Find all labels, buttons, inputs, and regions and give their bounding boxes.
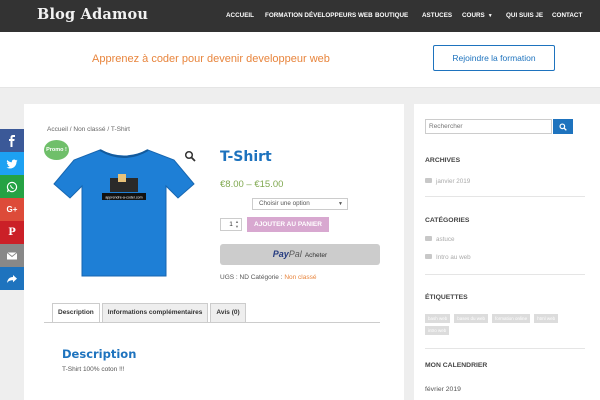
search-icon [559, 122, 567, 131]
tags-title: ÉTIQUETTES [425, 294, 468, 301]
shirt-print-text: apprendre-a-coder.com [105, 196, 142, 200]
whatsapp-icon [6, 181, 18, 192]
category-link-label: Intro au web [436, 254, 471, 261]
add-to-cart-button[interactable]: AJOUTER AU PANIER [247, 217, 329, 232]
product-title: T-Shirt [220, 149, 272, 165]
nav-formation[interactable]: FORMATION DÉVELOPPEURS WEB [265, 12, 373, 19]
description-heading: Description [62, 347, 137, 361]
quantity-input[interactable]: 1 ▲ ▼ [220, 218, 242, 231]
nav-accueil[interactable]: ACCUEIL [226, 12, 254, 19]
product-price: €8.00 – €15.00 [220, 179, 284, 190]
categories-title: CATÉGORIES [425, 217, 470, 224]
tab-reviews[interactable]: Avis (0) [210, 303, 246, 322]
sidebar: ARCHIVES janvier 2019 CATÉGORIES astuce … [414, 104, 600, 400]
top-navbar: Blog Adamou ACCUEIL FORMATION DÉVELOPPEU… [0, 0, 600, 32]
facebook-icon [9, 134, 15, 147]
archive-link-label: janvier 2019 [436, 178, 471, 185]
pinterest-share-button[interactable]: P [0, 221, 24, 244]
search-input[interactable] [425, 119, 552, 134]
category-link-astuce[interactable]: astuce [425, 236, 455, 243]
product-tabs: Description Informations complémentaires… [52, 303, 248, 323]
product-panel: Accueil / Non classé / T-Shirt apprendre… [24, 104, 404, 400]
nav-qui-suis-je[interactable]: QUI SUIS JE [506, 12, 543, 19]
search-button[interactable] [553, 119, 573, 134]
zoom-icon[interactable] [184, 150, 196, 162]
product-meta: UGS : ND Catégorie : Non classé [220, 274, 316, 281]
sku-label: UGS : [220, 274, 238, 281]
category-link-intro[interactable]: Intro au web [425, 254, 471, 261]
calendar-title: MON CALENDRIER [425, 362, 488, 369]
more-share-button[interactable] [0, 267, 24, 290]
tag-link[interactable]: bash web [425, 314, 451, 323]
folder-icon [425, 254, 432, 259]
promo-badge: Promo ! [44, 140, 69, 160]
chevron-down-icon: ▼ [487, 13, 493, 19]
nav-cours[interactable]: COURS ▼ [462, 12, 493, 19]
google-plus-share-button[interactable]: G+ [0, 198, 24, 221]
divider [425, 196, 585, 197]
tag-cloud: bash web bases du web formation online h… [425, 314, 585, 335]
email-share-button[interactable] [0, 244, 24, 267]
paypal-logo-pay: Pay [272, 249, 289, 259]
sku-value: ND [239, 274, 249, 281]
variation-select[interactable]: Choisir une option ▼ [252, 198, 348, 210]
category-link[interactable]: Non classé [284, 274, 316, 281]
nav-contact[interactable]: CONTACT [552, 12, 582, 19]
description-text: T-Shirt 100% coton !!! [62, 366, 125, 373]
nav-astuces[interactable]: ASTUCES [422, 12, 452, 19]
product-image[interactable]: apprendre-a-coder.com [44, 142, 204, 282]
join-training-button[interactable]: Rejoindre la formation [433, 45, 555, 71]
tag-link[interactable]: intro web [425, 326, 450, 335]
paypal-buy-button[interactable]: PayPal Acheter [220, 244, 380, 265]
tabs-divider [44, 322, 380, 323]
whatsapp-share-button[interactable] [0, 175, 24, 198]
divider [425, 348, 585, 349]
site-logo[interactable]: Blog Adamou [37, 6, 148, 23]
calendar-month: février 2019 [425, 386, 461, 393]
quantity-stepper-icon[interactable]: ▲ ▼ [235, 219, 239, 229]
tag-link[interactable]: html web [534, 314, 559, 323]
nav-cours-label: COURS [462, 12, 485, 19]
email-icon [6, 251, 18, 259]
category-link-label: astuce [436, 236, 455, 243]
hero-tagline: Apprenez à coder pour devenir developpeu… [92, 53, 330, 65]
tshirt-shape [53, 149, 195, 277]
paypal-buy-label: Acheter [304, 252, 328, 259]
variation-select-value: Choisir une option [259, 200, 310, 207]
quantity-value: 1 [229, 221, 233, 228]
share-icon [7, 274, 17, 283]
hero-banner: Apprenez à coder pour devenir developpeu… [0, 32, 600, 88]
pinterest-icon: P [8, 227, 16, 238]
twitter-icon [6, 158, 18, 169]
tag-link[interactable]: formation online [492, 314, 531, 323]
folder-icon [425, 178, 432, 183]
tag-link[interactable]: bases du web [454, 314, 489, 323]
divider [425, 274, 585, 275]
shirt-print-figure [118, 174, 126, 182]
paypal-logo-pal: Pal [288, 249, 302, 259]
tab-description[interactable]: Description [52, 303, 100, 323]
chevron-down-icon: ▼ [338, 201, 343, 207]
category-label: Catégorie : [250, 274, 283, 281]
nav-boutique[interactable]: BOUTIQUE [375, 12, 408, 19]
folder-icon [425, 236, 432, 241]
breadcrumb: Accueil / Non classé / T-Shirt [47, 126, 130, 133]
archives-title: ARCHIVES [425, 157, 461, 164]
tab-additional-info[interactable]: Informations complémentaires [101, 303, 209, 322]
google-plus-icon: G+ [6, 205, 18, 214]
facebook-share-button[interactable] [0, 129, 24, 152]
twitter-share-button[interactable] [0, 152, 24, 175]
archive-link[interactable]: janvier 2019 [425, 178, 470, 185]
